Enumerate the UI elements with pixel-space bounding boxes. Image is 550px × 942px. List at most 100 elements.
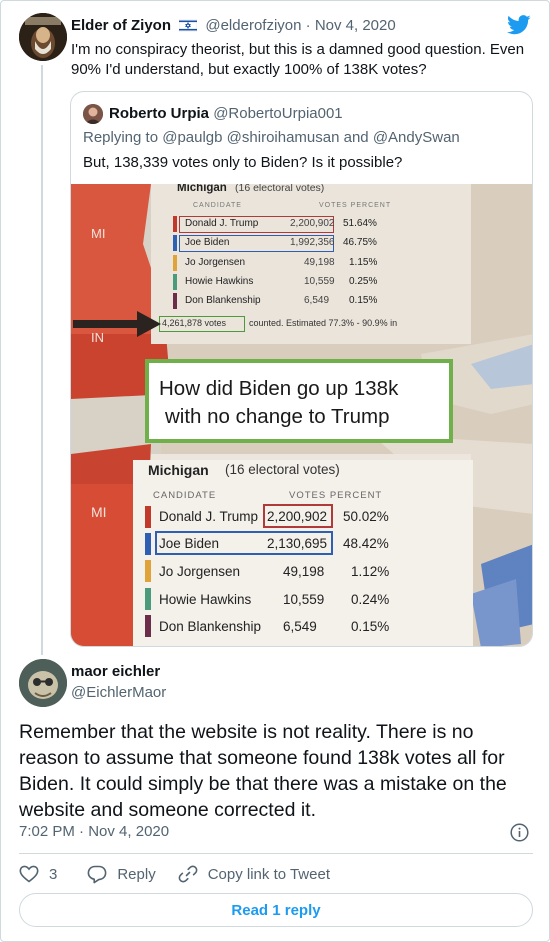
bottom-row-pct: 1.12%: [351, 564, 390, 579]
bottom-row-pct: 0.15%: [351, 619, 390, 634]
blankenship-color-swatch: [145, 615, 151, 637]
link-icon: [178, 864, 198, 884]
bottom-row-name: Joe Biden: [159, 536, 220, 551]
replying-to-and: and: [343, 129, 369, 146]
bottom-row-votes: 2,130,695: [267, 536, 328, 551]
blankenship-color-swatch: [173, 293, 177, 309]
bottom-results-table: Michigan (16 electoral votes) CANDIDATE …: [133, 460, 473, 646]
quoted-tweet[interactable]: Roberto Urpia @RobertoUrpia001 Replying …: [70, 91, 533, 647]
top-table-subtitle: (16 electoral votes): [235, 184, 325, 194]
bottom-col-votes: VOTES PERCENT: [289, 490, 383, 501]
maor-eichler-avatar[interactable]: [19, 659, 67, 707]
top-row-votes: 10,559: [304, 276, 335, 287]
top-row-name: Jo Jorgensen: [185, 257, 246, 268]
twitter-bird-icon[interactable]: [507, 15, 531, 40]
bottom-row-votes: 10,559: [283, 592, 325, 607]
top-row-pct: 0.15%: [349, 295, 378, 306]
biden-color-swatch: [145, 533, 151, 555]
tweet-embed-card: Elder of Ziyon @elderofziyon · Nov 4, 20…: [0, 0, 550, 942]
bottom-row-name: Jo Jorgensen: [159, 564, 241, 579]
top-row-pct: 1.15%: [349, 257, 378, 268]
caption-box: How did Biden go up 138k with no change …: [145, 359, 453, 443]
heart-icon: [19, 865, 39, 883]
bottom-row-name: Howie Hawkins: [159, 592, 252, 607]
bottom-row-pct: 0.24%: [351, 592, 390, 607]
biden-color-swatch: [173, 235, 177, 251]
top-row-votes: 1,992,356: [290, 237, 335, 248]
copy-link-label: Copy link to Tweet: [207, 865, 330, 883]
parent-tweet-header: Elder of Ziyon @elderofziyon · Nov 4, 20…: [71, 17, 396, 36]
action-divider: [19, 853, 533, 854]
reply-author-name[interactable]: maor eichler: [71, 663, 160, 680]
roberto-urpia-avatar: [83, 104, 103, 124]
map-label-mi-2: MI: [91, 504, 107, 520]
top-total-rest: counted. Estimated 77.3% - 90.9% in: [249, 318, 398, 328]
reply-time[interactable]: 7:02 PM: [19, 823, 75, 840]
jorgensen-color-swatch: [173, 255, 177, 271]
like-button[interactable]: 3: [19, 865, 57, 883]
read-replies-button[interactable]: Read 1 reply: [19, 893, 533, 927]
copy-link-button[interactable]: Copy link to Tweet: [178, 864, 330, 884]
top-row-pct: 51.64%: [343, 218, 377, 229]
like-count: 3: [49, 865, 58, 883]
timestamp-separator: ·: [79, 823, 85, 840]
header-separator: ·: [305, 17, 311, 34]
quoted-author-name: Roberto Urpia: [109, 105, 210, 122]
trump-color-swatch: [145, 506, 151, 528]
quoted-handle: @RobertoUrpia001: [213, 105, 343, 122]
replying-to-line: Replying to @paulgb @shiroihamusan and @…: [83, 129, 460, 146]
top-row-votes: 6,549: [304, 295, 330, 306]
trump-color-swatch: [173, 216, 177, 232]
israel-flag-icon: [178, 18, 198, 36]
top-col-candidate: CANDIDATE: [193, 202, 242, 209]
bottom-row-votes: 49,198: [283, 564, 325, 579]
bottom-row-votes: 2,200,902: [267, 509, 328, 524]
bottom-table-title: Michigan: [148, 462, 209, 478]
parent-date[interactable]: Nov 4, 2020: [315, 17, 396, 34]
parent-author-name[interactable]: Elder of Ziyon: [71, 17, 171, 34]
top-table-title: Michigan: [177, 184, 227, 194]
thread-connector-line: [41, 65, 43, 655]
top-row-votes: 49,198: [304, 257, 335, 268]
top-results-table: Michigan (16 electoral votes) CANDIDATE …: [159, 184, 459, 340]
top-row-name: Joe Biden: [185, 237, 230, 248]
hawkins-color-swatch: [145, 588, 151, 610]
reply-handle[interactable]: @EichlerMaor: [71, 684, 166, 701]
quoted-tweet-text: But, 138,339 votes only to Biden? Is it …: [83, 154, 403, 171]
top-row-name: Don Blankenship: [185, 295, 261, 306]
map-label-mi: MI: [91, 226, 106, 241]
info-icon[interactable]: [510, 823, 529, 842]
reply-timestamp[interactable]: 7:02 PM · Nov 4, 2020: [19, 823, 169, 840]
parent-tweet-text: I'm no conspiracy theorist, but this is …: [71, 41, 525, 78]
caption-line-2: with no change to Trump: [165, 405, 390, 428]
arrow-pointer-icon: [73, 311, 161, 337]
quoted-tweet-photo[interactable]: MI IN MI Michigan (16 electoral votes) C…: [71, 184, 532, 646]
quoted-tweet-header: Roberto Urpia @RobertoUrpia001: [109, 105, 343, 122]
top-row-pct: 46.75%: [343, 237, 377, 248]
replying-to-mention[interactable]: @paulgb: [162, 129, 222, 146]
reply-date[interactable]: Nov 4, 2020: [88, 823, 169, 840]
bottom-row-name: Don Blankenship: [159, 619, 262, 634]
elder-of-ziyon-avatar[interactable]: [19, 13, 67, 61]
replying-to-prefix: Replying to: [83, 129, 159, 146]
tweet-actions-bar: 3 Reply Copy link to Tweet: [19, 863, 352, 885]
bottom-row-votes: 6,549: [283, 619, 317, 634]
jorgensen-color-swatch: [145, 560, 151, 582]
top-row-name: Donald J. Trump: [185, 218, 259, 229]
parent-handle[interactable]: @elderofziyon: [205, 17, 301, 34]
bottom-row-pct: 50.02%: [343, 509, 389, 524]
replying-to-mention[interactable]: @shiroihamusan: [227, 129, 340, 146]
bottom-row-pct: 48.42%: [343, 536, 389, 551]
caption-line-1: How did Biden go up 138k: [159, 377, 399, 400]
replying-to-mention[interactable]: @AndySwan: [373, 129, 460, 146]
top-row-name: Howie Hawkins: [185, 276, 254, 287]
hawkins-color-swatch: [173, 274, 177, 290]
reply-label: Reply: [117, 865, 156, 883]
reply-tweet-text: Remember that the website is not reality…: [19, 721, 507, 821]
top-total-votes: 4,261,878 votes: [162, 318, 227, 328]
reply-bubble-icon: [87, 865, 107, 884]
bottom-row-name: Donald J. Trump: [159, 509, 259, 524]
bottom-col-candidate: CANDIDATE: [153, 490, 217, 501]
reply-button[interactable]: Reply: [87, 865, 156, 884]
top-row-pct: 0.25%: [349, 276, 378, 287]
